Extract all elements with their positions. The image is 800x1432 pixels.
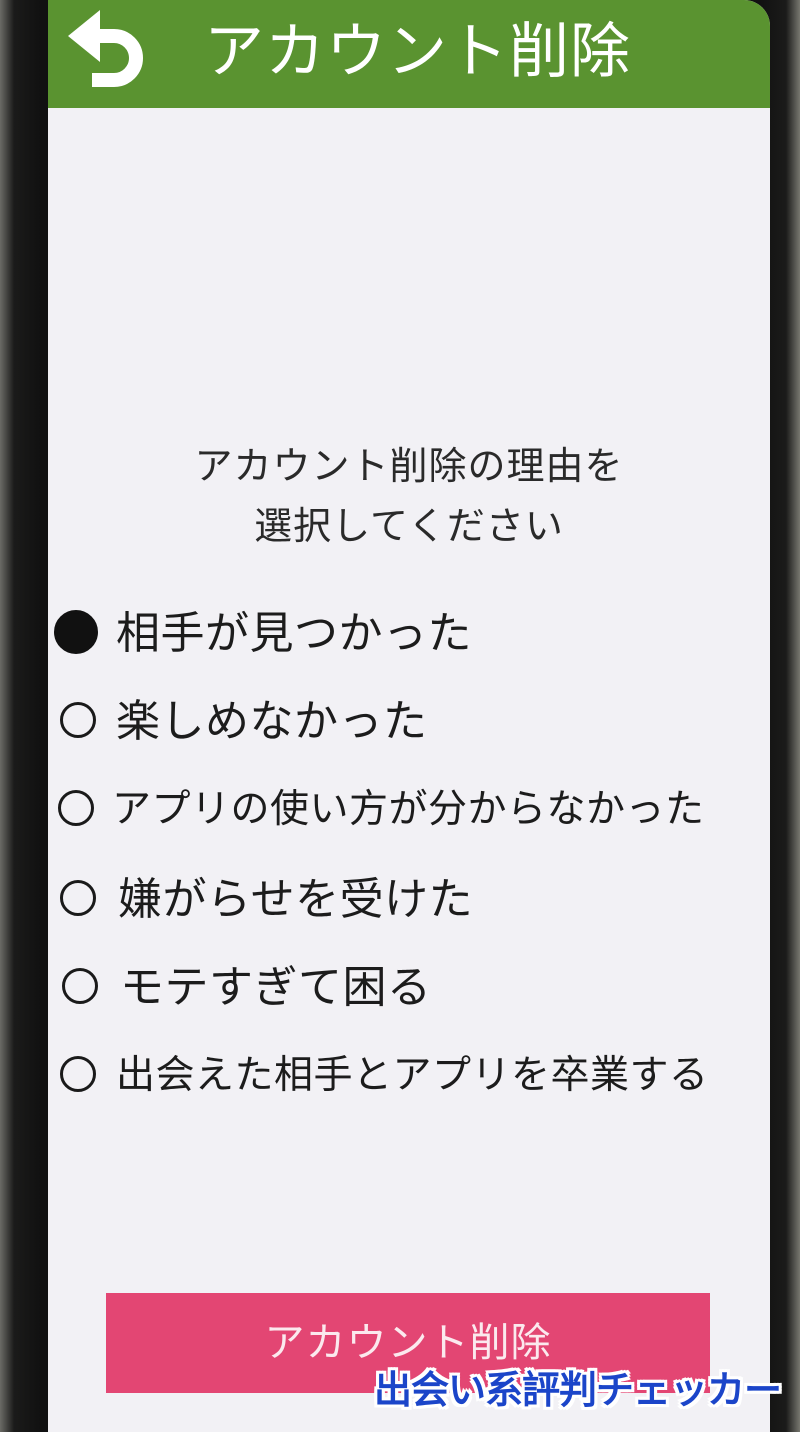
- reason-option-not-enjoyable[interactable]: 楽しめなかった: [48, 680, 770, 764]
- option-label: 楽しめなかった: [116, 696, 428, 747]
- reason-option-too-popular[interactable]: モテすぎて困る: [48, 946, 770, 1030]
- radio-unselected-icon[interactable]: [60, 1056, 96, 1092]
- app-screen: アカウント削除 アカウント削除の理由を 選択してください 相手が見つかった 楽し…: [48, 0, 770, 1432]
- radio-unselected-icon[interactable]: [60, 880, 96, 916]
- header-bar: アカウント削除: [48, 0, 770, 108]
- instruction-text: アカウント削除の理由を 選択してください: [48, 436, 770, 556]
- option-label: 出会えた相手とアプリを卒業する: [116, 1053, 709, 1098]
- undo-arrow-icon[interactable]: [62, 6, 148, 98]
- reason-option-graduate-app[interactable]: 出会えた相手とアプリを卒業する: [48, 1034, 770, 1118]
- instruction-line-2: 選択してください: [254, 504, 564, 548]
- option-label: 嫌がらせを受けた: [118, 874, 474, 925]
- watermark-text: 出会い系評判チェッカー: [374, 1368, 782, 1412]
- option-label: アプリの使い方が分からなかった: [112, 787, 705, 832]
- reason-option-hard-to-use[interactable]: アプリの使い方が分からなかった: [48, 768, 770, 852]
- option-label: モテすぎて困る: [120, 962, 432, 1013]
- reason-option-found-partner[interactable]: 相手が見つかった: [48, 592, 770, 676]
- reason-option-harassment[interactable]: 嫌がらせを受けた: [48, 858, 770, 942]
- radio-selected-icon[interactable]: [54, 610, 98, 654]
- page-title: アカウント削除: [204, 17, 631, 87]
- radio-unselected-icon[interactable]: [58, 790, 94, 826]
- radio-unselected-icon[interactable]: [60, 702, 96, 738]
- option-label: 相手が見つかった: [116, 608, 472, 659]
- instruction-line-1: アカウント削除の理由を: [194, 444, 624, 488]
- radio-unselected-icon[interactable]: [62, 968, 98, 1004]
